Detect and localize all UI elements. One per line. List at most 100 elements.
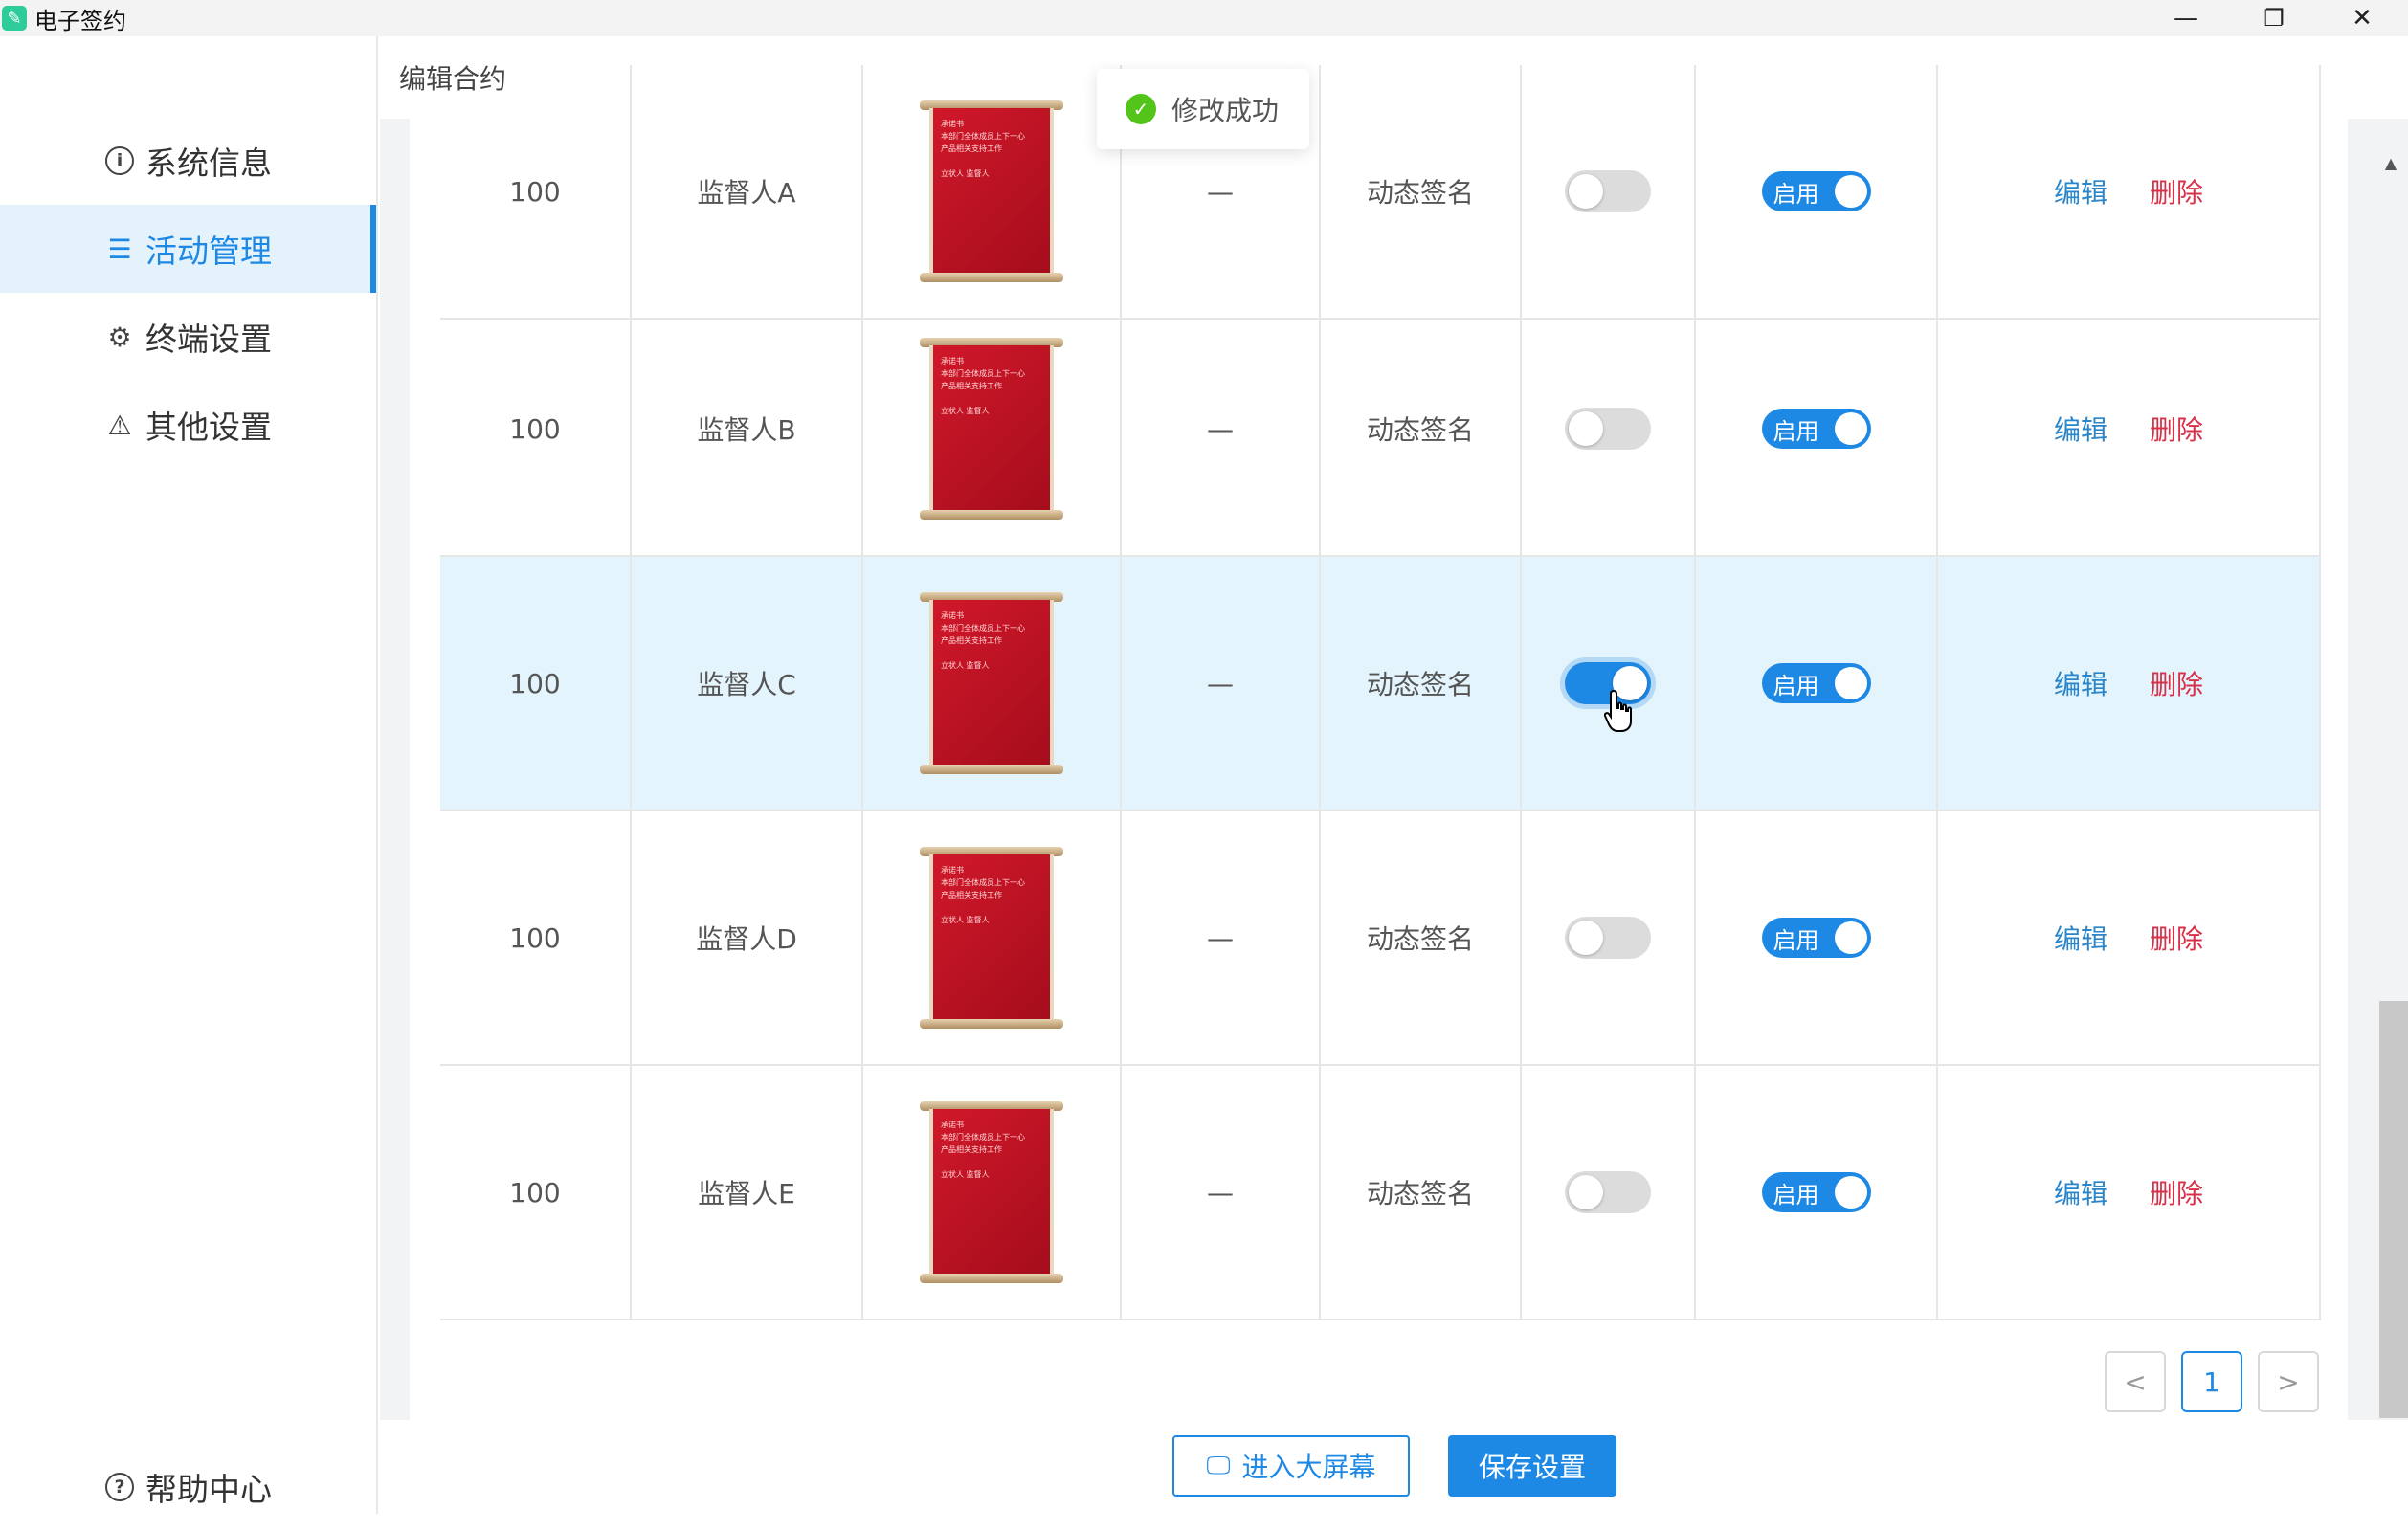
close-icon[interactable]: ✕ xyxy=(2318,0,2406,36)
contract-image-cell: 承诺书 本部门全体成员上下一心 产品相关支持工作 立状人 监督人 xyxy=(863,811,1122,1064)
sidebar: i 系统信息 ☰ 活动管理 ⚙ 终端设置 ⚠ 其他设置 ? 帮助中心 xyxy=(0,36,378,1514)
enter-big-screen-label: 进入大屏幕 xyxy=(1241,1452,1376,1483)
edit-button[interactable]: 编辑 xyxy=(2054,410,2107,448)
enable-switch[interactable]: 启用 xyxy=(1761,171,1871,211)
contract-scroll-image[interactable]: 承诺书 本部门全体成员上下一心 产品相关支持工作 立状人 监督人 xyxy=(920,338,1063,520)
warning-triangle-icon: ⚠ xyxy=(107,409,132,441)
save-settings-button[interactable]: 保存设置 xyxy=(1448,1435,1616,1497)
delete-button[interactable]: 删除 xyxy=(2150,919,2203,957)
vertical-scrollbar-thumb[interactable] xyxy=(2379,1001,2408,1418)
sidebar-item-label: 活动管理 xyxy=(145,233,272,270)
table-row: 100 监督人D 承诺书 本部门全体成员上下一心 产品相关支持工作 立状人 监督人 —… xyxy=(440,811,2321,1066)
enable-switch-label: 启用 xyxy=(1773,417,1819,445)
delete-button[interactable]: 删除 xyxy=(2150,410,2203,448)
supervisor-cell: 监督人E xyxy=(632,1066,863,1319)
dash-cell: — xyxy=(1122,811,1321,1064)
count-cell: 100 xyxy=(440,65,632,318)
next-page-button[interactable]: > xyxy=(2258,1351,2319,1412)
supervisor-cell: 监督人C xyxy=(632,557,863,810)
enter-big-screen-button[interactable]: 🖵 进入大屏幕 xyxy=(1172,1435,1410,1497)
supervisor-cell: 监督人D xyxy=(632,811,863,1064)
delete-button[interactable]: 删除 xyxy=(2150,1173,2203,1211)
sign-type-cell: 动态签名 xyxy=(1321,302,1522,555)
sidebar-item-other-settings[interactable]: ⚠ 其他设置 xyxy=(0,381,376,469)
contract-image-cell: 承诺书 本部门全体成员上下一心 产品相关支持工作 立状人 监督人 xyxy=(863,302,1122,555)
enable-switch-label: 启用 xyxy=(1773,180,1819,208)
prev-page-button[interactable]: < xyxy=(2105,1351,2166,1412)
edit-button[interactable]: 编辑 xyxy=(2054,664,2107,702)
enable-switch[interactable]: 启用 xyxy=(1761,1172,1871,1212)
contract-scroll-image[interactable]: 承诺书 本部门全体成员上下一心 产品相关支持工作 立状人 监督人 xyxy=(920,847,1063,1029)
status-cell: 启用 xyxy=(1696,557,1938,810)
dash-cell: — xyxy=(1122,1066,1321,1319)
restore-icon[interactable]: ❐ xyxy=(2230,0,2318,36)
table-row: 100 监督人C 承诺书 本部门全体成员上下一心 产品相关支持工作 立状人 监督人 —… xyxy=(440,557,2321,811)
table-row: 100 监督人A 承诺书 本部门全体成员上下一心 产品相关支持工作 立状人 监督人 —… xyxy=(440,65,2321,320)
gear-icon: ⚙ xyxy=(107,321,132,353)
help-circle-icon: ? xyxy=(103,1471,136,1503)
sign-type-cell: 动态签名 xyxy=(1321,65,1522,318)
sidebar-item-label: 终端设置 xyxy=(145,321,272,358)
dash-cell: — xyxy=(1122,557,1321,810)
contract-image-cell: 承诺书 本部门全体成员上下一心 产品相关支持工作 立状人 监督人 xyxy=(863,65,1122,318)
enable-switch[interactable]: 启用 xyxy=(1761,918,1871,958)
actions-cell: 编辑 删除 xyxy=(1938,1066,2321,1319)
supervisor-cell: 监督人B xyxy=(632,302,863,555)
row-toggle-switch[interactable] xyxy=(1565,917,1651,959)
sidebar-item-help-center[interactable]: ? 帮助中心 xyxy=(0,1443,376,1531)
sidebar-item-system-info[interactable]: i 系统信息 xyxy=(0,117,376,205)
contract-scroll-image[interactable]: 承诺书 本部门全体成员上下一心 产品相关支持工作 立状人 监督人 xyxy=(920,1101,1063,1283)
row-toggle-switch[interactable] xyxy=(1565,408,1651,450)
row-toggle-switch[interactable] xyxy=(1565,170,1651,212)
toggle-cell xyxy=(1522,557,1696,810)
toggle-cell xyxy=(1522,1066,1696,1319)
edit-button[interactable]: 编辑 xyxy=(2054,919,2107,957)
toast-message: 修改成功 xyxy=(1171,95,1280,126)
status-cell: 启用 xyxy=(1696,302,1938,555)
delete-button[interactable]: 删除 xyxy=(2150,172,2203,211)
edit-button[interactable]: 编辑 xyxy=(2054,172,2107,211)
actions-cell: 编辑 删除 xyxy=(1938,811,2321,1064)
contract-scroll-image[interactable]: 承诺书 本部门全体成员上下一心 产品相关支持工作 立状人 监督人 xyxy=(920,592,1063,774)
contract-scroll-image[interactable]: 承诺书 本部门全体成员上下一心 产品相关支持工作 立状人 监督人 xyxy=(920,100,1063,282)
app-logo-icon: ✎ xyxy=(2,6,27,31)
info-icon: i xyxy=(103,144,136,177)
title-bar: ✎ 电子签约 — ❐ ✕ xyxy=(0,0,2408,36)
minimize-icon[interactable]: — xyxy=(2142,0,2230,36)
actions-cell: 编辑 删除 xyxy=(1938,65,2321,318)
table-row: 100 监督人E 承诺书 本部门全体成员上下一心 产品相关支持工作 立状人 监督人 —… xyxy=(440,1066,2321,1320)
success-toast: ✓ 修改成功 xyxy=(1097,69,1309,149)
contract-image-cell: 承诺书 本部门全体成员上下一心 产品相关支持工作 立状人 监督人 xyxy=(863,1066,1122,1319)
sign-type-cell: 动态签名 xyxy=(1321,1066,1522,1319)
sidebar-item-activity-management[interactable]: ☰ 活动管理 xyxy=(0,205,376,293)
status-cell: 启用 xyxy=(1696,811,1938,1064)
supervisor-cell: 监督人A xyxy=(632,65,863,318)
status-cell: 启用 xyxy=(1696,65,1938,318)
row-toggle-switch[interactable] xyxy=(1565,1171,1651,1213)
window-title: 电子签约 xyxy=(34,7,126,34)
enable-switch[interactable]: 启用 xyxy=(1761,663,1871,703)
list-icon: ☰ xyxy=(107,233,132,265)
count-cell: 100 xyxy=(440,557,632,810)
edit-button[interactable]: 编辑 xyxy=(2054,1173,2107,1211)
monitor-icon: 🖵 xyxy=(1206,1451,1231,1480)
page-1-button[interactable]: 1 xyxy=(2181,1351,2242,1412)
delete-button[interactable]: 删除 xyxy=(2150,664,2203,702)
enable-switch[interactable]: 启用 xyxy=(1761,409,1871,449)
contract-image-cell: 承诺书 本部门全体成员上下一心 产品相关支持工作 立状人 监督人 xyxy=(863,557,1122,810)
check-circle-icon: ✓ xyxy=(1126,94,1156,124)
scroll-up-arrow-icon[interactable]: ▲ xyxy=(2381,153,2400,172)
enable-switch-label: 启用 xyxy=(1773,672,1819,699)
enable-switch-label: 启用 xyxy=(1773,1181,1819,1209)
enable-switch-label: 启用 xyxy=(1773,926,1819,954)
toggle-cell xyxy=(1522,811,1696,1064)
sign-type-cell: 动态签名 xyxy=(1321,557,1522,810)
sidebar-item-terminal-settings[interactable]: ⚙ 终端设置 xyxy=(0,293,376,381)
actions-cell: 编辑 删除 xyxy=(1938,302,2321,555)
table-row: 100 监督人B 承诺书 本部门全体成员上下一心 产品相关支持工作 立状人 监督人 —… xyxy=(440,302,2321,557)
sidebar-item-label: 帮助中心 xyxy=(145,1471,272,1508)
dash-cell: — xyxy=(1122,302,1321,555)
count-cell: 100 xyxy=(440,302,632,555)
sidebar-item-label: 其他设置 xyxy=(145,409,272,446)
actions-cell: 编辑 删除 xyxy=(1938,557,2321,810)
